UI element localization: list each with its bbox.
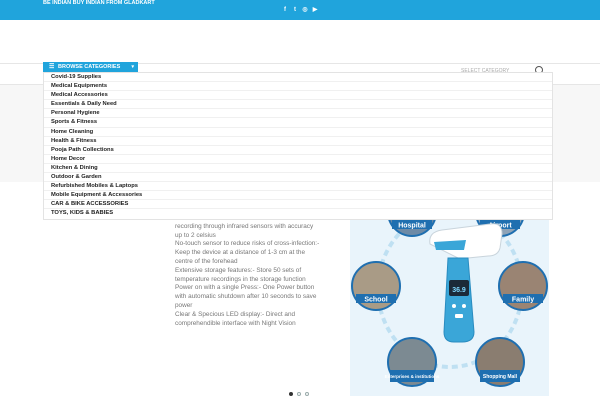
school-label: School <box>364 297 387 304</box>
category-item[interactable]: Pooja Path Collections <box>44 146 552 155</box>
browse-label: BROWSE CATEGORIES <box>58 64 121 70</box>
description-line: No-touch sensor to reduce risks of cross… <box>175 240 320 265</box>
category-item[interactable]: Kitchen & Dining <box>44 164 552 174</box>
hospital-label: Hospital <box>398 223 426 230</box>
chevron-down-icon: ▾ <box>131 64 134 70</box>
slider-dot[interactable] <box>297 392 301 396</box>
youtube-icon[interactable]: ▶ <box>312 7 318 14</box>
site-header <box>0 20 600 64</box>
product-description: Accurate Fast Reliable :- Swift and Prec… <box>175 214 320 328</box>
category-item[interactable]: Home Decor <box>44 155 552 164</box>
category-item[interactable]: Medical Equipments <box>44 82 552 92</box>
category-item[interactable]: Covid-19 Supplies <box>44 73 552 83</box>
thermometer-display: 36.9 <box>452 287 466 294</box>
social-links: f t ◎ ▶ <box>282 7 318 14</box>
category-item[interactable]: TOYS, KIDS & BABIES <box>44 209 552 218</box>
thermometer-illustration: 36.9 <box>429 223 503 343</box>
mall-circle: Shopping Mall <box>475 337 525 387</box>
category-item[interactable]: Sports & Fitness <box>44 118 552 128</box>
slider-dot[interactable] <box>289 392 293 396</box>
category-item[interactable]: Essentials & Daily Need <box>44 100 552 110</box>
description-line: Extensive storage features:- Store 50 se… <box>175 266 317 309</box>
family-circle: Family <box>498 261 548 311</box>
category-item[interactable]: Health & Fitness <box>44 137 552 146</box>
category-item[interactable]: Refurbished Mobiles & Laptops <box>44 182 552 192</box>
enterprises-label: Enterprises & institutions <box>385 374 440 379</box>
category-item[interactable]: Home Cleaning <box>44 128 552 137</box>
mall-label: Shopping Mall <box>483 374 518 380</box>
category-item[interactable]: Mobile Equipment & Accessories <box>44 191 552 201</box>
category-item[interactable]: Outdoor & Garden <box>44 173 552 183</box>
tagline: BE INDIAN BUY INDIAN FROM GLADKART <box>43 0 155 6</box>
twitter-icon[interactable]: t <box>292 7 298 14</box>
enterprises-circle: Enterprises & institutions <box>385 337 440 387</box>
category-item[interactable]: CAR & BIKE ACCESSORIES <box>44 200 552 210</box>
slider-dots <box>289 392 309 396</box>
family-label: Family <box>512 297 534 304</box>
description-line: Clear & Specious LED display:- Direct an… <box>175 310 296 327</box>
category-item[interactable]: Personal Hygiene <box>44 109 552 119</box>
slider-dot[interactable] <box>305 392 309 396</box>
instagram-icon[interactable]: ◎ <box>302 7 308 14</box>
category-item[interactable]: Medical Accessories <box>44 91 552 101</box>
school-circle: School <box>351 261 401 311</box>
browse-categories-button[interactable]: ☰ BROWSE CATEGORIES ▾ <box>43 62 138 72</box>
menu-icon: ☰ <box>49 64 55 70</box>
category-dropdown: Covid-19 Supplies Medical Equipments Med… <box>43 72 553 220</box>
top-bar: BE INDIAN BUY INDIAN FROM GLADKART f t ◎… <box>0 0 600 20</box>
facebook-icon[interactable]: f <box>282 7 288 14</box>
